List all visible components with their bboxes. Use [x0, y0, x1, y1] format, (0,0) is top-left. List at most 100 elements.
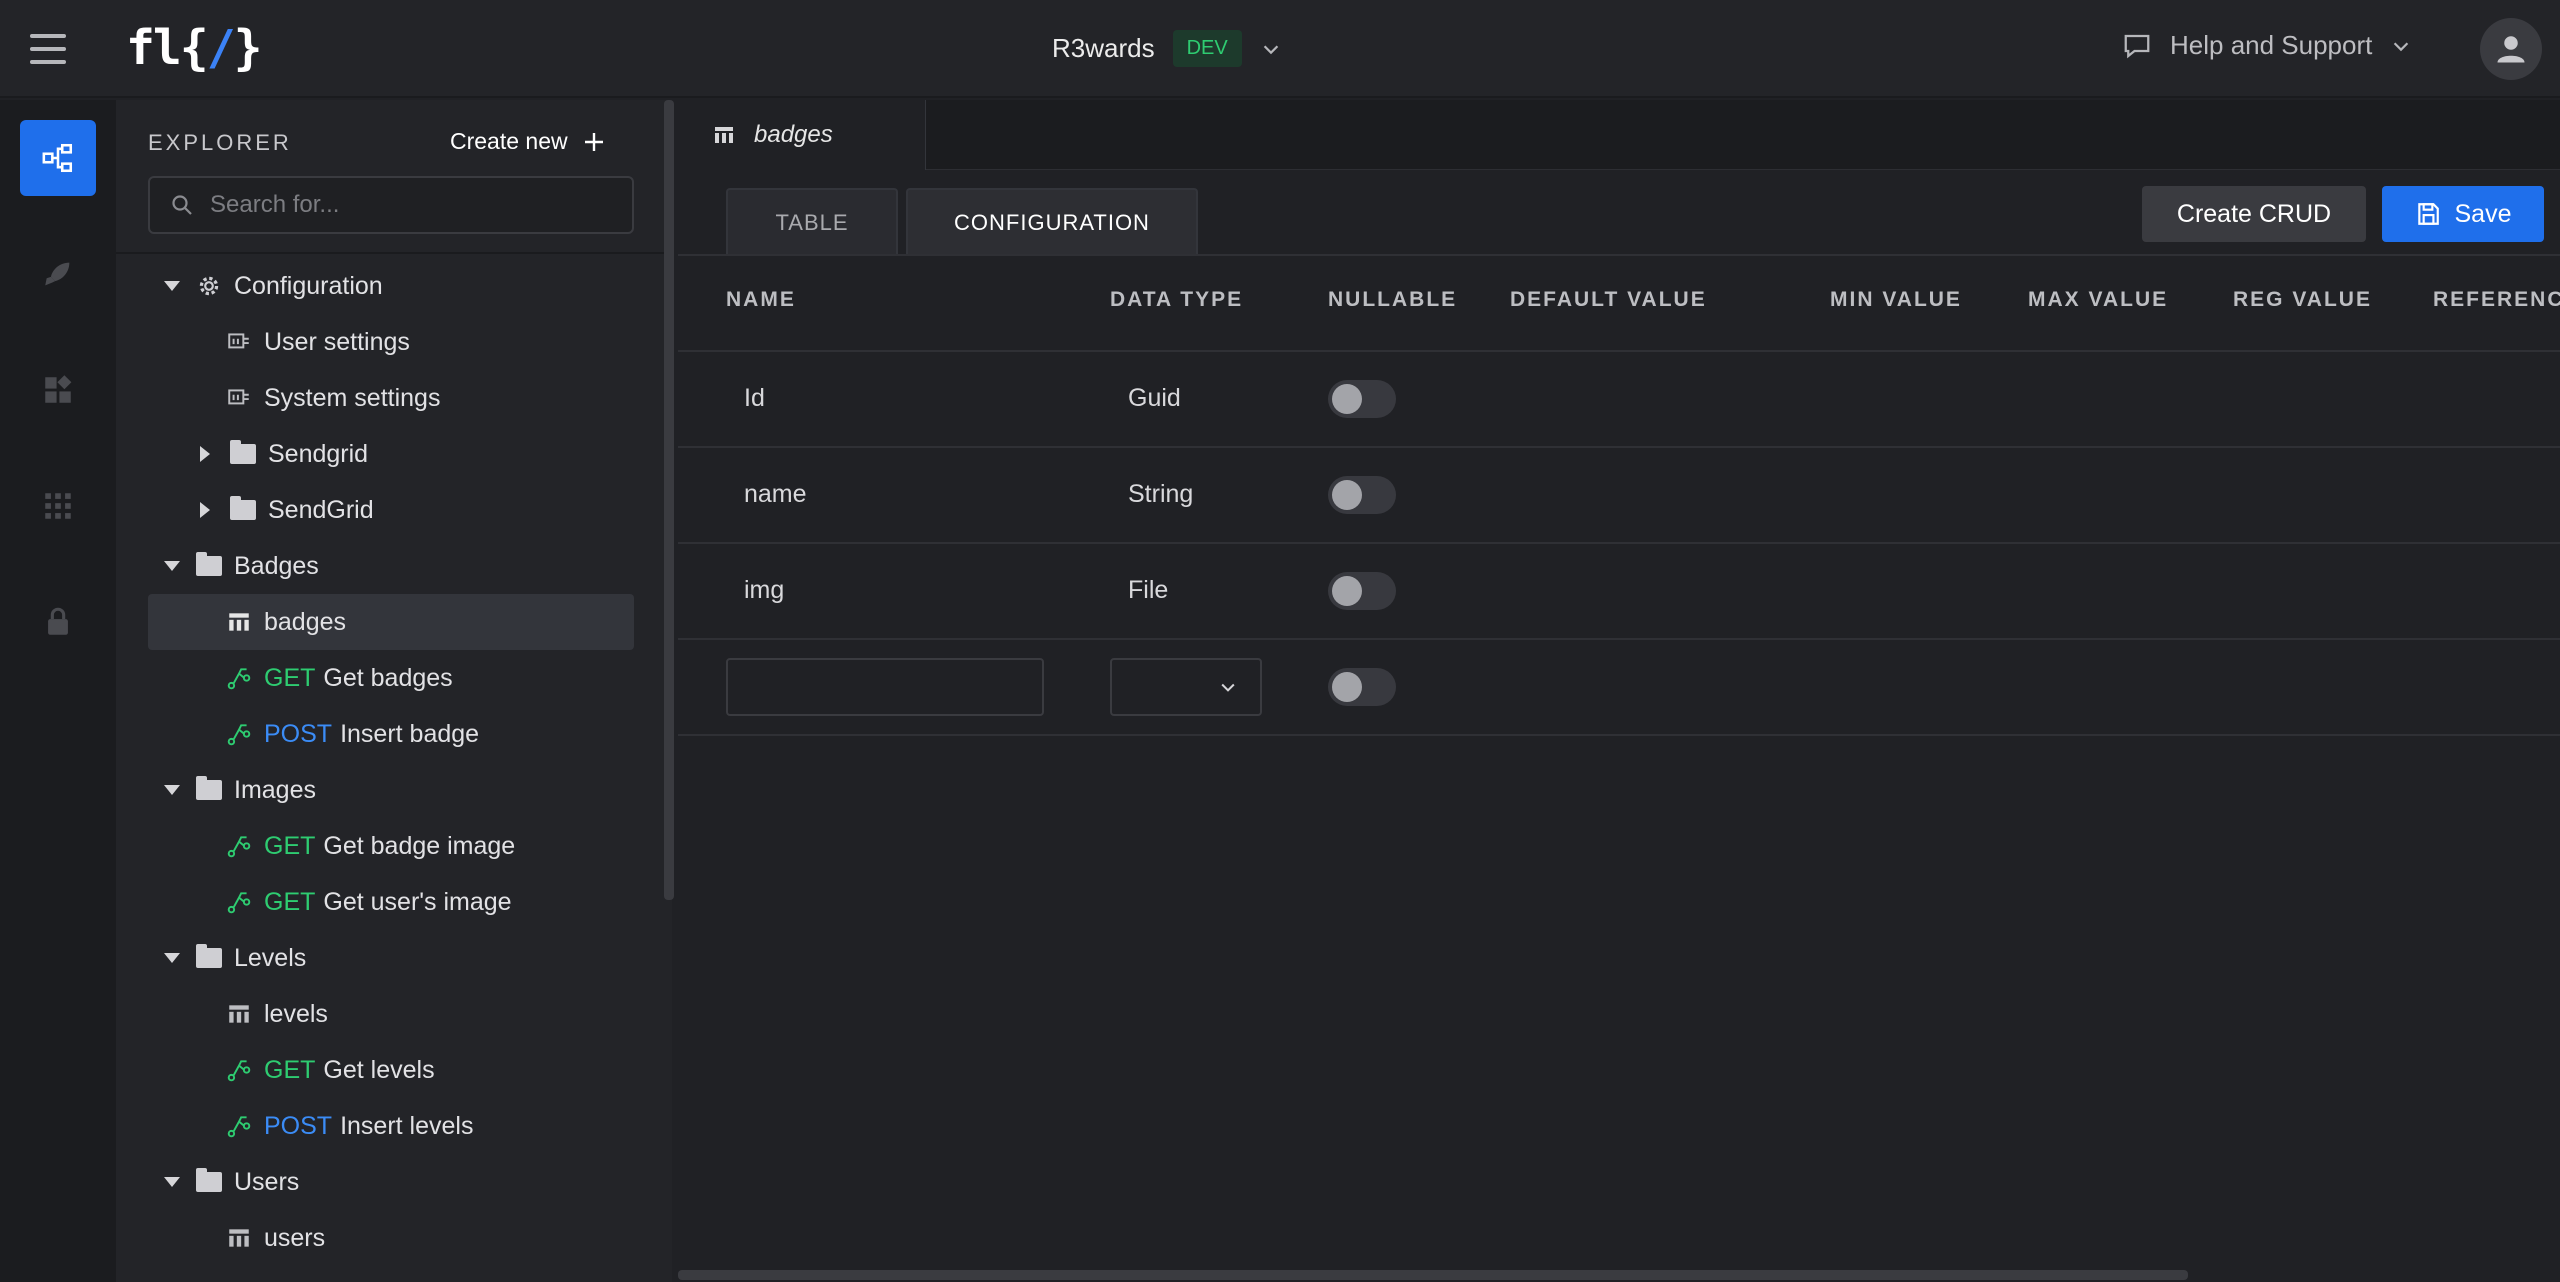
tree-item-badges-table[interactable]: badges — [148, 594, 634, 650]
rail-explorer-button[interactable] — [20, 120, 96, 196]
rail-security-button[interactable] — [20, 584, 96, 660]
new-column-type-select[interactable] — [1110, 658, 1262, 716]
endpoint-icon — [227, 1116, 251, 1138]
chevron-down-icon[interactable] — [1260, 38, 1282, 60]
top-header: fl{/} R3wards DEV Help and Support — [0, 0, 2560, 98]
chevron-down-icon — [1221, 683, 1235, 692]
env-badge: DEV — [1172, 30, 1242, 67]
tree-item-badges-folder[interactable]: Badges — [164, 538, 319, 594]
create-new-button[interactable]: Create new — [450, 128, 606, 155]
tree-item-sendgrid[interactable]: Sendgrid — [200, 426, 368, 482]
chat-support-icon — [2124, 34, 2150, 58]
tab-configuration[interactable]: CONFIGURATION — [906, 188, 1198, 256]
table-top-border — [678, 254, 2560, 256]
caret-right-icon — [200, 502, 210, 518]
tree-item-get-user-image[interactable]: GET Get user's image — [226, 874, 512, 930]
nullable-toggle[interactable] — [1328, 476, 1396, 514]
new-column-name-input[interactable] — [726, 658, 1044, 716]
create-crud-button[interactable]: Create CRUD — [2142, 186, 2366, 242]
caret-right-icon — [200, 446, 210, 462]
http-method-badge: GET — [264, 831, 316, 860]
file-tab-badges[interactable]: badges — [678, 100, 926, 170]
table-icon — [229, 1229, 249, 1247]
settings-panel-icon — [228, 389, 249, 405]
tree-item-get-levels[interactable]: GET Get levels — [226, 1042, 435, 1098]
rail-deploy-button[interactable] — [20, 236, 96, 312]
file-tab-bar: badges — [678, 100, 2560, 170]
caret-down-icon — [164, 953, 180, 963]
table-row-border — [678, 542, 2560, 544]
file-tab-label: badges — [754, 121, 833, 148]
table-icon — [229, 613, 249, 631]
endpoint-icon — [227, 724, 251, 746]
search-input[interactable] — [210, 191, 610, 219]
cell-column-name[interactable]: name — [744, 480, 807, 509]
tree-item-users-table[interactable]: users — [226, 1210, 325, 1266]
caret-down-icon — [164, 1177, 180, 1187]
create-new-label: Create new — [450, 128, 568, 154]
nullable-toggle[interactable] — [1328, 572, 1396, 610]
user-avatar[interactable] — [2480, 18, 2542, 80]
cell-data-type[interactable]: String — [1128, 480, 1193, 509]
tree-item-user-settings[interactable]: User settings — [226, 314, 410, 370]
chevron-down-icon — [2394, 41, 2409, 51]
tree-item-get-badges[interactable]: GET Get badges — [226, 650, 453, 706]
floppy-disk-icon — [2417, 203, 2439, 225]
tree-item-images-folder[interactable]: Images — [164, 762, 316, 818]
tree-item-label: User settings — [264, 327, 410, 356]
explorer-panel: EXPLORER Create new Configuration User s… — [116, 100, 672, 1282]
rail-components-button[interactable] — [20, 352, 96, 428]
column-header-min-value: MIN VALUE — [1830, 288, 1962, 311]
project-selector[interactable]: R3wards DEV — [1052, 30, 1282, 67]
activity-rail — [0, 100, 116, 1282]
tree-item-get-badge-image[interactable]: GET Get badge image — [226, 818, 515, 874]
http-method-badge: GET — [264, 887, 316, 916]
endpoint-icon — [227, 836, 251, 858]
cell-column-name[interactable]: Id — [744, 384, 765, 413]
app-logo[interactable]: fl{/} — [126, 20, 263, 76]
tree-item-configuration[interactable]: Configuration — [164, 258, 383, 314]
column-header-reg-value: REG VALUE — [2233, 288, 2372, 311]
tree-item-levels-table[interactable]: levels — [226, 986, 328, 1042]
column-header-reference: REFERENC — [2433, 288, 2560, 311]
view-tabs: TABLE CONFIGURATION — [726, 188, 1198, 256]
cell-data-type[interactable]: Guid — [1128, 384, 1181, 413]
search-box — [148, 176, 634, 234]
tree-item-label: System settings — [264, 383, 441, 412]
tree-item-levels-folder[interactable]: Levels — [164, 930, 306, 986]
new-column-nullable-toggle[interactable] — [1328, 668, 1396, 706]
widgets-icon — [45, 375, 72, 403]
cell-column-name[interactable]: img — [744, 576, 784, 605]
tree-item-system-settings[interactable]: System settings — [226, 370, 440, 426]
tree-item-insert-levels[interactable]: POST Insert levels — [226, 1098, 473, 1154]
table-icon — [715, 127, 733, 143]
tab-table[interactable]: TABLE — [726, 188, 898, 256]
hamburger-menu-icon[interactable] — [30, 34, 66, 64]
gear-icon — [199, 276, 219, 296]
project-name: R3wards — [1052, 33, 1155, 63]
help-and-support-label: Help and Support — [2170, 30, 2373, 60]
nullable-toggle[interactable] — [1328, 380, 1396, 418]
tree-item-label: Users — [234, 1167, 300, 1196]
http-method-badge: POST — [264, 719, 333, 748]
tree-item-sendgrid-2[interactable]: SendGrid — [200, 482, 374, 538]
column-header-data-type: DATA TYPE — [1110, 288, 1244, 311]
column-header-name: NAME — [726, 288, 796, 311]
tree-item-users-folder[interactable]: Users — [164, 1154, 299, 1210]
explorer-title: EXPLORER — [148, 130, 292, 155]
search-icon — [172, 195, 192, 215]
horizontal-scrollbar[interactable] — [678, 1270, 2188, 1280]
save-button[interactable]: Save — [2382, 186, 2544, 242]
rocket-icon — [45, 262, 70, 286]
tree-item-label: Badges — [234, 551, 319, 580]
tree-item-label: users — [264, 1223, 326, 1252]
rail-apps-button[interactable] — [20, 468, 96, 544]
cell-data-type[interactable]: File — [1128, 576, 1168, 605]
tree-item-label: Get badge image — [323, 831, 516, 860]
table-bottom-border — [678, 734, 2560, 736]
tree-item-insert-badge[interactable]: POST Insert badge — [226, 706, 479, 762]
help-and-support-menu[interactable]: Help and Support — [2122, 30, 2412, 61]
tree-item-label: badges — [264, 607, 347, 636]
http-method-badge: POST — [264, 1111, 333, 1140]
explorer-scrollbar[interactable] — [664, 100, 674, 900]
